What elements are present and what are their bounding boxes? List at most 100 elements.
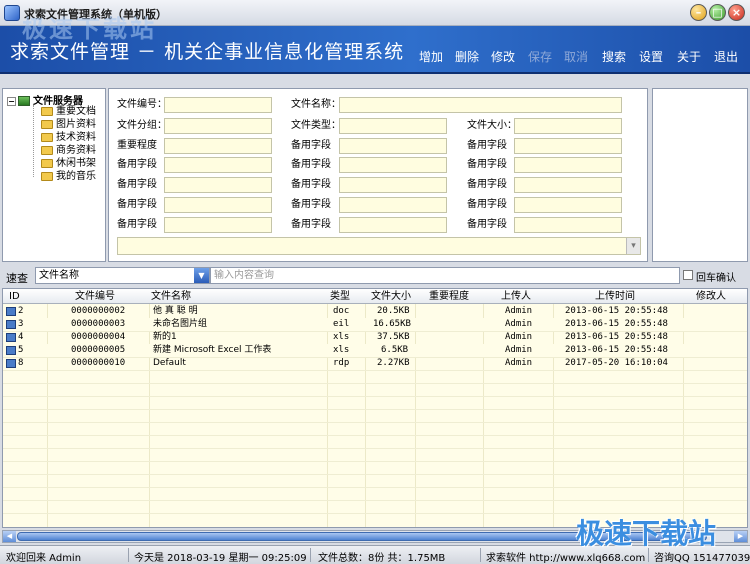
cell-size: 16.65KB bbox=[373, 319, 411, 329]
document-icon bbox=[6, 307, 16, 316]
spare-input[interactable] bbox=[164, 197, 272, 213]
row-divider bbox=[3, 513, 747, 514]
horizontal-scrollbar[interactable]: ◀ ▶ bbox=[2, 530, 748, 543]
tree-connector bbox=[33, 105, 34, 177]
spare-input[interactable] bbox=[514, 157, 622, 173]
spare-input[interactable] bbox=[339, 157, 447, 173]
document-icon bbox=[6, 320, 16, 329]
spare-label: 备用字段 bbox=[291, 159, 331, 170]
tree-root-file-server[interactable]: − 文件服务器 bbox=[7, 92, 83, 107]
table-row[interactable]: 3 0000000003 未命名图片组 eil 16.65KB Admin 20… bbox=[3, 318, 747, 331]
folder-icon bbox=[41, 145, 53, 155]
scroll-left-icon[interactable]: ◀ bbox=[3, 531, 16, 542]
spare-input[interactable] bbox=[339, 177, 447, 193]
close-button[interactable]: × bbox=[728, 4, 745, 21]
table-row[interactable]: 4 0000000004 新的1 xls 37.5KB Admin 2013-0… bbox=[3, 331, 747, 344]
table-row[interactable]: 8 0000000010 Default rdp 2.27KB Admin 20… bbox=[3, 357, 747, 370]
settings-button[interactable]: 设置 bbox=[639, 48, 663, 65]
spare-label: 备用字段 bbox=[467, 199, 507, 210]
tree-item-pictures[interactable]: 图片资料 bbox=[41, 118, 96, 131]
spare-label: 备用字段 bbox=[117, 219, 157, 230]
spare-input[interactable] bbox=[339, 138, 447, 154]
cell-file-no: 0000000005 bbox=[71, 345, 126, 355]
spare-label: 备用字段 bbox=[117, 159, 157, 170]
search-input[interactable]: 输入内容查询 bbox=[210, 267, 680, 284]
row-divider bbox=[3, 396, 747, 397]
spare-input[interactable] bbox=[164, 217, 272, 233]
enter-confirm-checkbox[interactable] bbox=[683, 270, 693, 280]
column-header-uploader[interactable]: 上传人 bbox=[501, 290, 531, 303]
spare-input[interactable] bbox=[164, 157, 272, 173]
file-name-input[interactable] bbox=[339, 97, 622, 113]
file-table: ID 文件编号 文件名称 类型 文件大小 重要程度 上传人 上传时间 修改人 2… bbox=[2, 288, 748, 528]
column-header-type[interactable]: 类型 bbox=[330, 290, 350, 303]
edit-button[interactable]: 修改 bbox=[491, 48, 515, 65]
preview-panel bbox=[652, 88, 748, 262]
row-divider bbox=[3, 500, 747, 501]
document-icon bbox=[6, 333, 16, 342]
search-field-select[interactable]: 文件名称 ▼ bbox=[35, 267, 210, 284]
spare-input[interactable] bbox=[164, 177, 272, 193]
search-field-value: 文件名称 bbox=[39, 270, 79, 281]
row-divider bbox=[3, 409, 747, 410]
spare-input[interactable] bbox=[339, 197, 447, 213]
column-header-file-no[interactable]: 文件编号 bbox=[75, 290, 115, 303]
file-type-label: 文件类型： bbox=[291, 120, 341, 131]
add-button[interactable]: 增加 bbox=[419, 48, 443, 65]
exit-button[interactable]: 退出 bbox=[714, 48, 738, 65]
cancel-button[interactable]: 取消 bbox=[564, 48, 588, 65]
folder-icon bbox=[41, 119, 53, 129]
search-button[interactable]: 搜索 bbox=[602, 48, 626, 65]
tree-item-important-docs[interactable]: 重要文档 bbox=[41, 105, 96, 118]
maximize-button[interactable]: □ bbox=[709, 4, 726, 21]
spare-input[interactable] bbox=[514, 197, 622, 213]
row-divider bbox=[3, 370, 747, 371]
table-row[interactable]: 5 0000000005 新建 Microsoft Excel 工作表 xls … bbox=[3, 344, 747, 357]
column-header-upload-time[interactable]: 上传时间 bbox=[595, 290, 635, 303]
spare-input[interactable] bbox=[514, 138, 622, 154]
delete-button[interactable]: 删除 bbox=[455, 48, 479, 65]
status-separator bbox=[310, 548, 311, 562]
tree-item-label: 商务资料 bbox=[56, 145, 96, 156]
scrollbar-thumb[interactable] bbox=[17, 532, 707, 541]
cell-file-no: 0000000002 bbox=[71, 306, 126, 316]
about-button[interactable]: 关于 bbox=[677, 48, 701, 65]
tree-item-leisure[interactable]: 休闲书架 bbox=[41, 157, 96, 170]
spare-input[interactable] bbox=[514, 177, 622, 193]
row-divider bbox=[3, 383, 747, 384]
scroll-down-icon[interactable]: ▾ bbox=[626, 238, 640, 254]
cell-type: xls bbox=[333, 332, 350, 342]
file-no-input[interactable] bbox=[164, 97, 272, 113]
cell-upload-time: 2013-06-15 20:55:48 bbox=[565, 345, 668, 355]
table-row[interactable]: 2 0000000002 他 真 聪 明 doc 20.5KB Admin 20… bbox=[3, 305, 747, 318]
spare-input[interactable] bbox=[339, 217, 447, 233]
folder-tree[interactable]: − 文件服务器 重要文档 图片资料 技术资料 商务资料 休闲书架 我的音乐 bbox=[2, 88, 106, 262]
chevron-down-icon[interactable]: ▼ bbox=[194, 268, 209, 283]
importance-input[interactable] bbox=[164, 138, 272, 154]
spare-label: 备用字段 bbox=[291, 140, 331, 151]
column-header-file-name[interactable]: 文件名称 bbox=[151, 290, 191, 303]
file-size-input[interactable] bbox=[514, 118, 622, 134]
tree-item-music[interactable]: 我的音乐 bbox=[41, 170, 96, 183]
tree-item-business[interactable]: 商务资料 bbox=[41, 144, 96, 157]
scroll-right-icon[interactable]: ▶ bbox=[734, 531, 747, 542]
file-type-input[interactable] bbox=[339, 118, 447, 134]
file-group-input[interactable] bbox=[164, 118, 272, 134]
cell-upload-time: 2013-06-15 20:55:48 bbox=[565, 332, 668, 342]
column-header-id[interactable]: ID bbox=[9, 290, 20, 303]
minimize-button[interactable]: – bbox=[690, 4, 707, 21]
collapse-icon[interactable]: − bbox=[7, 96, 16, 106]
spare-label: 备用字段 bbox=[467, 159, 507, 170]
column-header-modifier[interactable]: 修改人 bbox=[696, 290, 726, 303]
status-vendor-link[interactable]: 求索软件 http://www.xlq668.com bbox=[486, 549, 645, 564]
status-date-time: 今天是 2018-03-19 星期一 09:25:09 bbox=[134, 553, 307, 564]
save-button[interactable]: 保存 bbox=[528, 48, 552, 65]
cell-type: xls bbox=[333, 345, 350, 355]
column-header-importance[interactable]: 重要程度 bbox=[429, 290, 469, 303]
column-header-size[interactable]: 文件大小 bbox=[371, 290, 411, 303]
title-bar: 求索文件管理系统（单机版） – □ × bbox=[0, 0, 750, 26]
tree-item-technical[interactable]: 技术资料 bbox=[41, 131, 96, 144]
spare-input[interactable] bbox=[514, 217, 622, 233]
app-icon bbox=[4, 5, 20, 21]
memo-textarea[interactable]: ▾ bbox=[117, 237, 641, 255]
